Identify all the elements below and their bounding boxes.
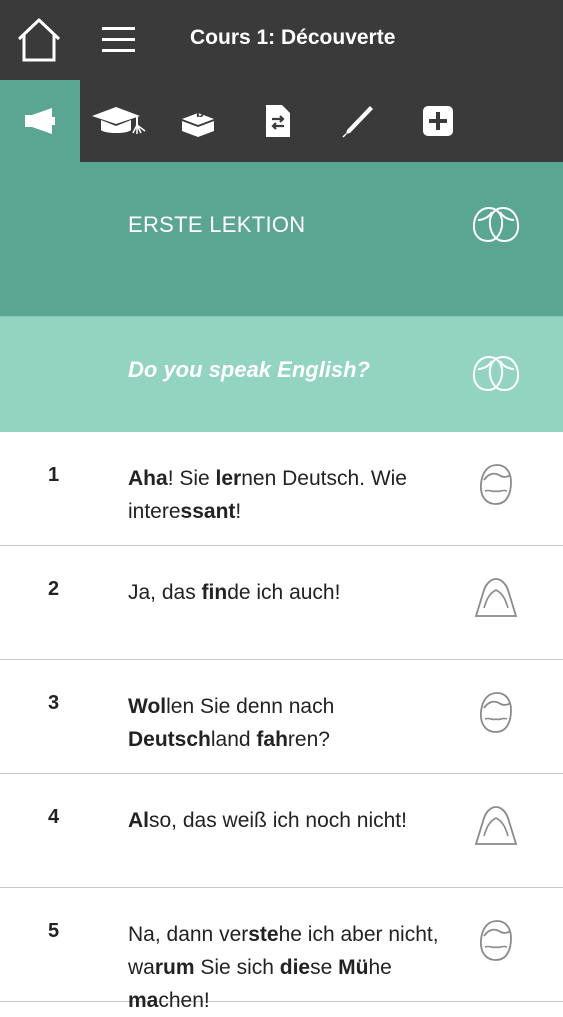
tab-listen[interactable] xyxy=(0,80,80,162)
sentence-fragment: ! Sie xyxy=(167,467,216,490)
stressed-syllable: Aha xyxy=(128,467,168,490)
stressed-syllable: Al xyxy=(128,809,149,832)
lesson-subheader: Do you speak English? xyxy=(0,316,563,433)
tab-learn[interactable] xyxy=(80,80,160,162)
dialogue-row[interactable]: 4 Also, das weiß ich noch nicht! xyxy=(0,774,563,888)
line-number: 1 xyxy=(48,464,60,486)
sentence-fragment: ! xyxy=(235,500,242,523)
dialogue-sentence: Na, dann verstehe ich aber nicht, warum … xyxy=(128,918,448,1017)
tab-write[interactable] xyxy=(318,80,398,162)
man-face-icon[interactable] xyxy=(472,688,520,736)
stressed-syllable: Deutsch xyxy=(128,728,211,751)
stressed-syllable: rum xyxy=(154,956,195,979)
stressed-syllable: fin xyxy=(201,581,228,604)
stressed-syllable: ma xyxy=(128,989,159,1012)
sentence-fragment: land xyxy=(210,728,257,751)
lesson-subtitle: Do you speak English? xyxy=(128,357,371,382)
lesson-toolbar: b xyxy=(0,80,563,162)
line-number: 5 xyxy=(48,920,60,942)
sentence-fragment: Na, dann ver xyxy=(128,923,249,946)
stressed-syllable: ste xyxy=(248,923,279,946)
dialogue-sentence: Aha! Sie lernen Deutsch. Wie interessant… xyxy=(128,462,448,528)
sentence-fragment: Ja, das xyxy=(128,581,202,604)
plus-icon xyxy=(423,106,453,136)
dialogue-row[interactable]: 1 Aha! Sie lernen Deutsch. Wie interessan… xyxy=(0,432,563,546)
megaphone-icon xyxy=(25,108,55,134)
svg-text:b: b xyxy=(196,105,204,120)
dialogue-row[interactable]: 5 Na, dann verstehe ich aber nicht, warum… xyxy=(0,888,563,1012)
pen-icon xyxy=(342,106,373,138)
man-face-icon[interactable] xyxy=(472,460,520,508)
document-swap-icon xyxy=(266,105,290,137)
line-number: 4 xyxy=(48,806,60,828)
stressed-syllable: ler xyxy=(215,467,242,490)
sentence-fragment: ren? xyxy=(287,728,330,751)
two-faces-icon[interactable] xyxy=(470,204,522,244)
sentence-fragment: chen! xyxy=(158,989,210,1012)
stressed-syllable: ssant xyxy=(180,500,236,523)
woman-face-icon[interactable] xyxy=(472,574,520,622)
graduation-cap-icon xyxy=(92,107,146,134)
sentence-fragment: se xyxy=(310,956,339,979)
dialogue-sentence: Also, das weiß ich noch nicht! xyxy=(128,804,448,837)
stressed-syllable: Mü xyxy=(338,956,369,979)
dialogue-row[interactable]: 2 Ja, das finde ich auch! xyxy=(0,546,563,660)
line-number: 3 xyxy=(48,692,60,714)
dialogue-sentence: Ja, das finde ich auch! xyxy=(128,576,448,609)
exercise-box-icon: b xyxy=(182,105,214,137)
stressed-syllable: fah xyxy=(256,728,288,751)
sentence-fragment: de ich auch! xyxy=(227,581,341,604)
sentence-fragment: Sie sich xyxy=(194,956,280,979)
tab-add[interactable] xyxy=(398,80,478,162)
page-title: Cours 1: Découverte xyxy=(190,26,396,49)
dialogue-sentence: Wollen Sie denn nach Deutschland fahren? xyxy=(128,690,448,756)
two-faces-icon[interactable] xyxy=(470,353,522,393)
lesson-title: ERSTE LEKTION xyxy=(128,212,306,237)
hamburger-menu-icon[interactable] xyxy=(100,24,138,56)
woman-face-icon[interactable] xyxy=(472,802,520,850)
home-icon[interactable] xyxy=(14,17,64,63)
sentence-fragment: so, das weiß ich noch nicht! xyxy=(149,809,407,832)
tab-translate[interactable] xyxy=(238,80,318,162)
line-number: 2 xyxy=(48,578,60,600)
lesson-header: ERSTE LEKTION xyxy=(0,162,563,316)
man-face-icon[interactable] xyxy=(472,916,520,964)
stressed-syllable: die xyxy=(279,956,311,979)
stressed-syllable: Wol xyxy=(128,695,167,718)
top-bar: Cours 1: Découverte xyxy=(0,0,563,80)
tab-exercise[interactable]: b xyxy=(158,80,238,162)
sentence-fragment: he xyxy=(368,956,392,979)
sentence-fragment: len Sie denn nach xyxy=(166,695,335,718)
dialogue-row[interactable]: 3 Wollen Sie denn nach Deutschland fahren… xyxy=(0,660,563,774)
